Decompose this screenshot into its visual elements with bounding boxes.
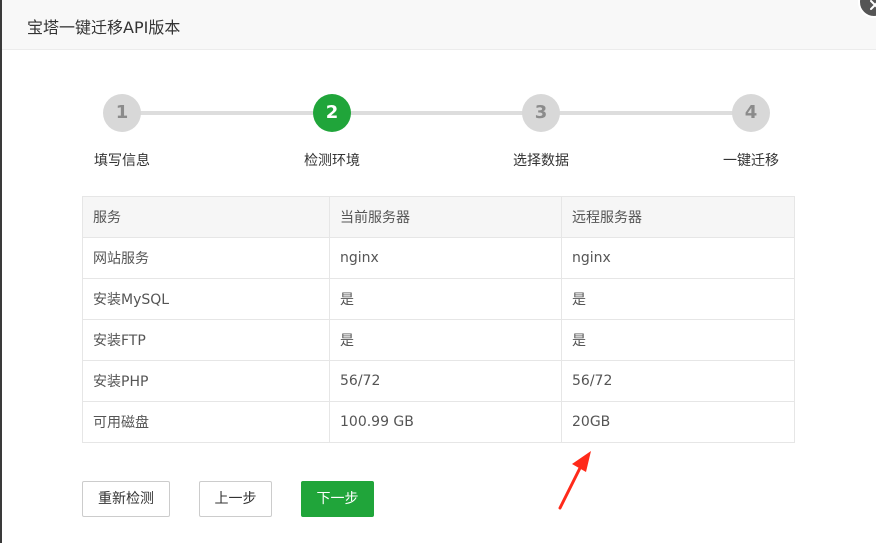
table-cell: 安装MySQL bbox=[82, 278, 330, 320]
step-1-circle: 1 bbox=[103, 94, 141, 132]
window-left-edge bbox=[0, 0, 2, 543]
table-header-row: 服务 当前服务器 远程服务器 bbox=[82, 196, 795, 238]
table-row: 安装PHP 56/72 56/72 bbox=[82, 360, 795, 402]
step-progress: 1 2 3 4 填写信息 检测环境 选择数据 一键迁移 bbox=[0, 90, 876, 180]
table-cell: 56/72 bbox=[329, 360, 562, 402]
table-cell: 网站服务 bbox=[82, 237, 330, 279]
red-arrow-annotation bbox=[558, 451, 591, 510]
column-header-remote-server: 远程服务器 bbox=[561, 196, 795, 238]
table-cell: 安装PHP bbox=[82, 360, 330, 402]
step-1-label: 填写信息 bbox=[94, 153, 150, 169]
table-cell: 可用磁盘 bbox=[82, 401, 330, 443]
table-cell: 是 bbox=[329, 278, 562, 320]
table-cell: 安装FTP bbox=[82, 319, 330, 361]
table-cell: 20GB bbox=[561, 401, 795, 443]
step-track-completed bbox=[122, 111, 332, 115]
table-cell: nginx bbox=[329, 237, 562, 279]
step-2-label: 检测环境 bbox=[304, 153, 360, 169]
table-cell: 56/72 bbox=[561, 360, 795, 402]
table-row: 安装FTP 是 是 bbox=[82, 319, 795, 361]
table-cell: 是 bbox=[329, 319, 562, 361]
step-3-label: 选择数据 bbox=[513, 153, 569, 169]
step-3-circle: 3 bbox=[522, 94, 560, 132]
dialog-title: 宝塔一键迁移API版本 bbox=[27, 18, 181, 37]
next-step-button[interactable]: 下一步 bbox=[301, 481, 374, 517]
table-cell: 是 bbox=[561, 319, 795, 361]
column-header-service: 服务 bbox=[82, 196, 330, 238]
previous-step-button[interactable]: 上一步 bbox=[199, 481, 272, 517]
table-cell: nginx bbox=[561, 237, 795, 279]
dialog-header: 宝塔一键迁移API版本 bbox=[2, 0, 876, 50]
table-row: 可用磁盘 100.99 GB 20GB bbox=[82, 401, 795, 443]
table-cell: 100.99 GB bbox=[329, 401, 562, 443]
step-4-label: 一键迁移 bbox=[723, 153, 779, 169]
step-4-circle: 4 bbox=[732, 94, 770, 132]
environment-check-table: 服务 当前服务器 远程服务器 网站服务 nginx nginx 安装MySQL … bbox=[82, 196, 795, 443]
table-row: 网站服务 nginx nginx bbox=[82, 237, 795, 279]
column-header-current-server: 当前服务器 bbox=[329, 196, 562, 238]
table-row: 安装MySQL 是 是 bbox=[82, 278, 795, 320]
close-icon bbox=[870, 0, 876, 10]
table-cell: 是 bbox=[561, 278, 795, 320]
step-2-circle: 2 bbox=[313, 94, 351, 132]
recheck-button[interactable]: 重新检测 bbox=[82, 481, 170, 517]
